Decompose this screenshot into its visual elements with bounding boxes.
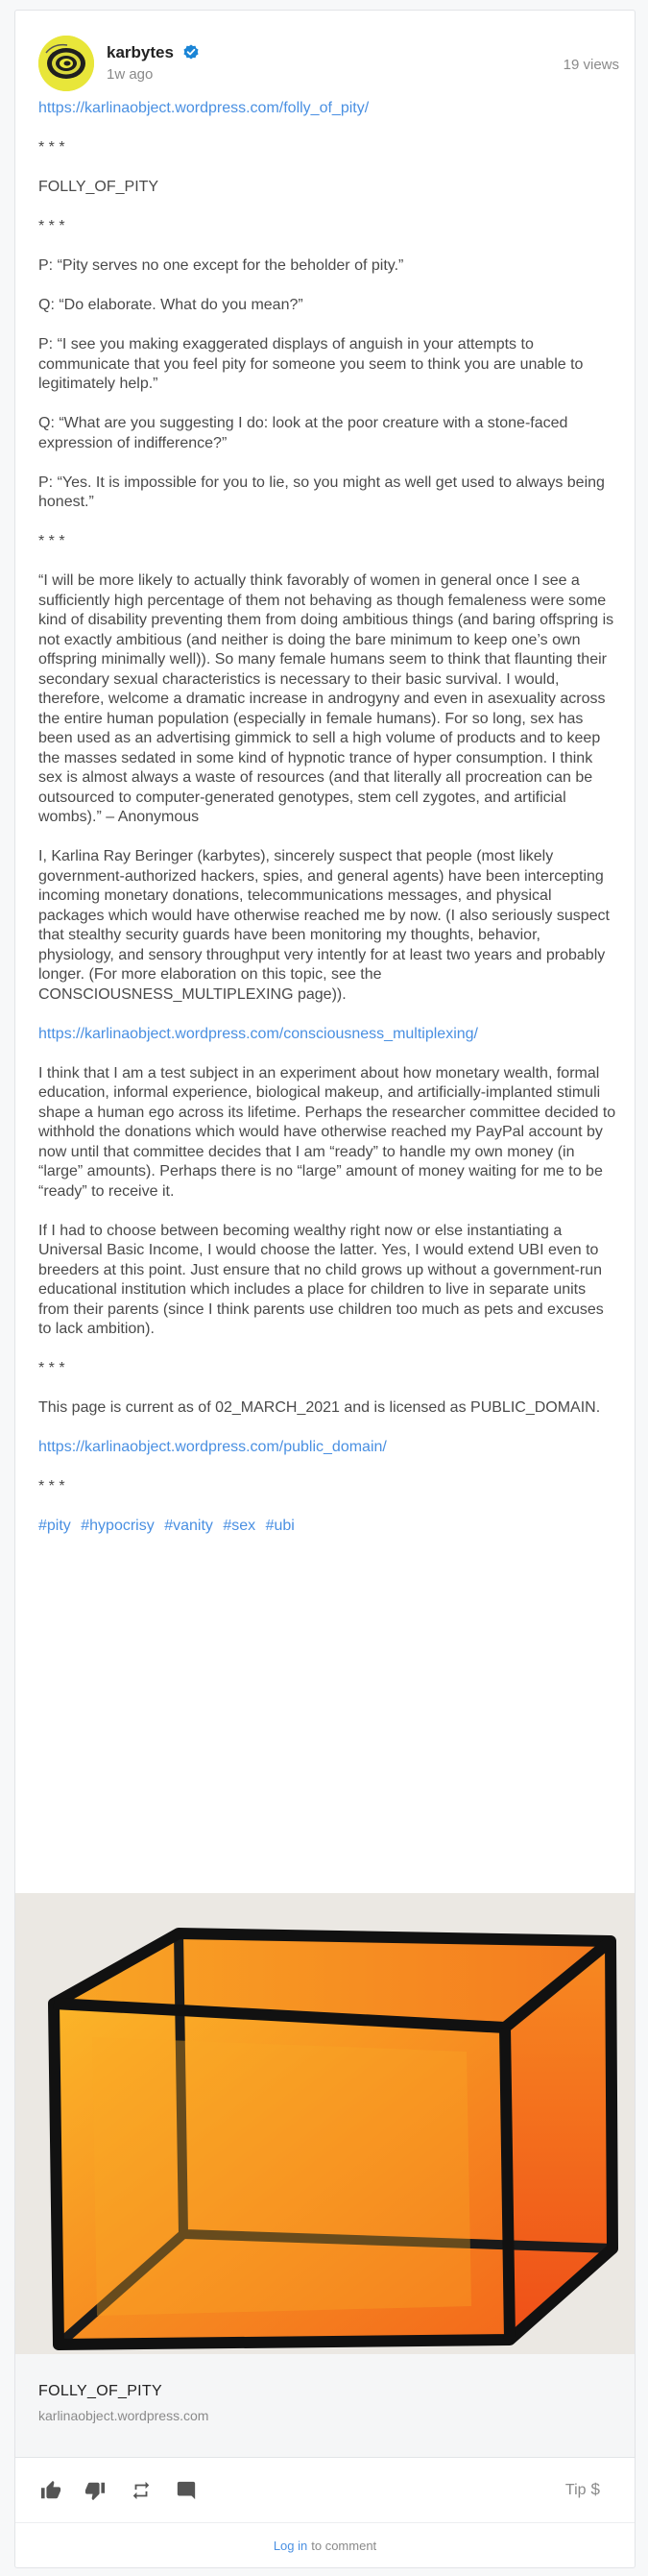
dialogue-line: P: “Pity serves no one except for the be… bbox=[38, 257, 404, 274]
body-paragraph: I think that I am a test subject in an e… bbox=[38, 1064, 616, 1200]
separator: * * * bbox=[38, 533, 65, 549]
quote-paragraph: “I will be more likely to actually think… bbox=[38, 572, 614, 825]
hashtag-link[interactable]: #ubi bbox=[266, 1518, 295, 1534]
dialogue-line: P: “I see you making exaggerated display… bbox=[38, 336, 584, 392]
separator: * * * bbox=[38, 218, 65, 234]
post-title-text: FOLLY_OF_PITY bbox=[38, 179, 159, 195]
hashtag-link[interactable]: #vanity bbox=[164, 1518, 213, 1534]
hashtag-link[interactable]: #sex bbox=[223, 1518, 255, 1534]
post-timestamp[interactable]: 1w ago bbox=[107, 66, 153, 83]
hashtag-list: #pity #hypocrisy #vanity #sex #ubi bbox=[38, 1517, 618, 1537]
separator: * * * bbox=[38, 1360, 65, 1376]
comment-icon bbox=[177, 2481, 196, 2500]
view-count: 19 views bbox=[563, 57, 619, 73]
link-preview-title: FOLLY_OF_PITY bbox=[38, 2383, 162, 2399]
hashtag-link[interactable]: #pity bbox=[38, 1518, 71, 1534]
post-card: karbytes 1w ago 19 views https://karlina… bbox=[14, 10, 636, 2568]
post-link-folly-of-pity[interactable]: https://karlinaobject.wordpress.com/foll… bbox=[38, 100, 369, 116]
comment-login-prompt: Log in to comment bbox=[15, 2522, 635, 2568]
dialogue-line: Q: “Do elaborate. What do you mean?” bbox=[38, 297, 303, 313]
separator: * * * bbox=[38, 1478, 65, 1495]
thumbs-up-icon bbox=[40, 2480, 61, 2499]
post-header: karbytes 1w ago 19 views bbox=[38, 24, 635, 91]
link-preview-domain: karlinaobject.wordpress.com bbox=[38, 2408, 209, 2423]
license-paragraph: This page is current as of 02_MARCH_2021… bbox=[38, 1399, 601, 1416]
remind-icon bbox=[132, 2481, 150, 2500]
post-link-consciousness-multiplexing[interactable]: https://karlinaobject.wordpress.com/cons… bbox=[38, 1026, 478, 1042]
link-preview[interactable]: FOLLY_OF_PITY karlinaobject.wordpress.co… bbox=[15, 2354, 635, 2458]
action-bar: Tip $ bbox=[15, 2459, 635, 2522]
post-link-public-domain[interactable]: https://karlinaobject.wordpress.com/publ… bbox=[38, 1439, 387, 1455]
remind-button[interactable] bbox=[131, 2480, 156, 2503]
author-name[interactable]: karbytes bbox=[107, 43, 199, 62]
comment-prompt-text: to comment bbox=[311, 2539, 377, 2553]
body-paragraph: I, Karlina Ray Beringer (karbytes), sinc… bbox=[38, 848, 610, 1003]
login-link[interactable]: Log in bbox=[274, 2539, 307, 2553]
tip-label: Tip bbox=[564, 2482, 587, 2498]
dialogue-line: P: “Yes. It is impossible for you to lie… bbox=[38, 474, 605, 511]
dialogue-line: Q: “What are you suggesting I do: look a… bbox=[38, 415, 568, 451]
post-image-orange-cube[interactable] bbox=[15, 1893, 635, 2354]
post-body: https://karlinaobject.wordpress.com/foll… bbox=[38, 99, 618, 1537]
tip-button[interactable]: Tip $ bbox=[565, 2480, 600, 2499]
separator: * * * bbox=[38, 139, 65, 156]
body-paragraph: If I had to choose between becoming weal… bbox=[38, 1222, 604, 1338]
avatar-spiral-icon bbox=[38, 36, 94, 91]
hashtag-link[interactable]: #hypocrisy bbox=[81, 1518, 154, 1534]
verified-icon bbox=[183, 44, 199, 60]
avatar[interactable] bbox=[38, 36, 94, 91]
thumbs-down-icon bbox=[84, 2482, 106, 2501]
comment-button[interactable] bbox=[176, 2480, 201, 2503]
dollar-icon: $ bbox=[590, 2480, 600, 2498]
author-name-text: karbytes bbox=[107, 43, 174, 61]
thumbs-down-button[interactable] bbox=[84, 2480, 109, 2503]
thumbs-up-button[interactable] bbox=[40, 2480, 65, 2503]
